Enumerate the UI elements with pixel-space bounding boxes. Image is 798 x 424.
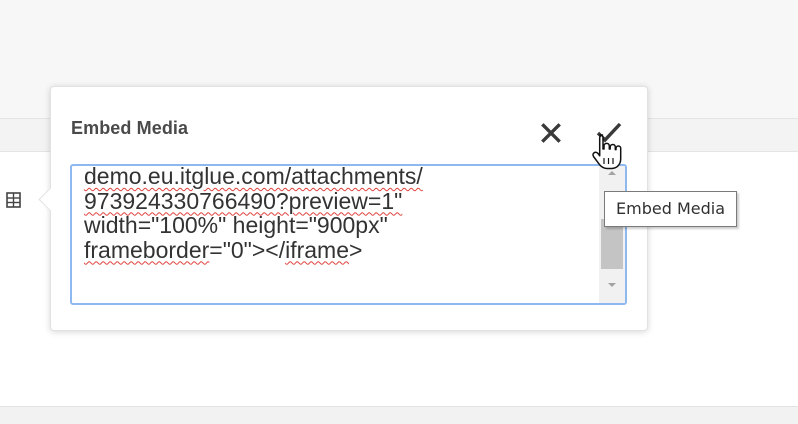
popover-title: Embed Media bbox=[71, 118, 189, 138]
scroll-up-icon[interactable] bbox=[608, 171, 616, 175]
text-segment: ="0"></ bbox=[209, 236, 286, 263]
spellcheck-flagged-text: demo.eu.itglue.com/attachments/ bbox=[84, 164, 423, 189]
hand-pointer-icon bbox=[592, 134, 622, 170]
textarea-line: frameborder="0"></iframe> bbox=[84, 236, 594, 263]
page-footer-bar bbox=[0, 406, 798, 424]
textarea-line: 973924330766490?preview=1" bbox=[84, 187, 594, 214]
scroll-down-icon[interactable] bbox=[608, 283, 616, 287]
spellcheck-flagged-text: iframe bbox=[285, 236, 349, 263]
popover-arrow bbox=[38, 187, 63, 212]
spellcheck-flagged-text: frameborder bbox=[84, 236, 210, 263]
textarea-scrollbar[interactable] bbox=[599, 166, 625, 303]
textarea-line: width="100%" height="900px" bbox=[84, 213, 594, 238]
spellcheck-flagged-text: 973924330766490?preview=1" bbox=[84, 187, 403, 214]
close-icon[interactable] bbox=[539, 121, 563, 145]
embed-code-text[interactable]: demo.eu.itglue.com/attachments/973924330… bbox=[84, 164, 594, 263]
embed-code-textarea[interactable]: demo.eu.itglue.com/attachments/973924330… bbox=[70, 164, 627, 305]
embed-media-tooltip: Embed Media bbox=[604, 191, 737, 227]
text-segment: > bbox=[349, 236, 363, 263]
textarea-line: demo.eu.itglue.com/attachments/ bbox=[84, 164, 594, 189]
table-icon[interactable] bbox=[4, 190, 26, 212]
embed-media-popover: Embed Media demo.eu.itglue.com/attachmen… bbox=[38, 86, 648, 331]
text-segment: width="100%" height="900px" bbox=[84, 212, 388, 238]
